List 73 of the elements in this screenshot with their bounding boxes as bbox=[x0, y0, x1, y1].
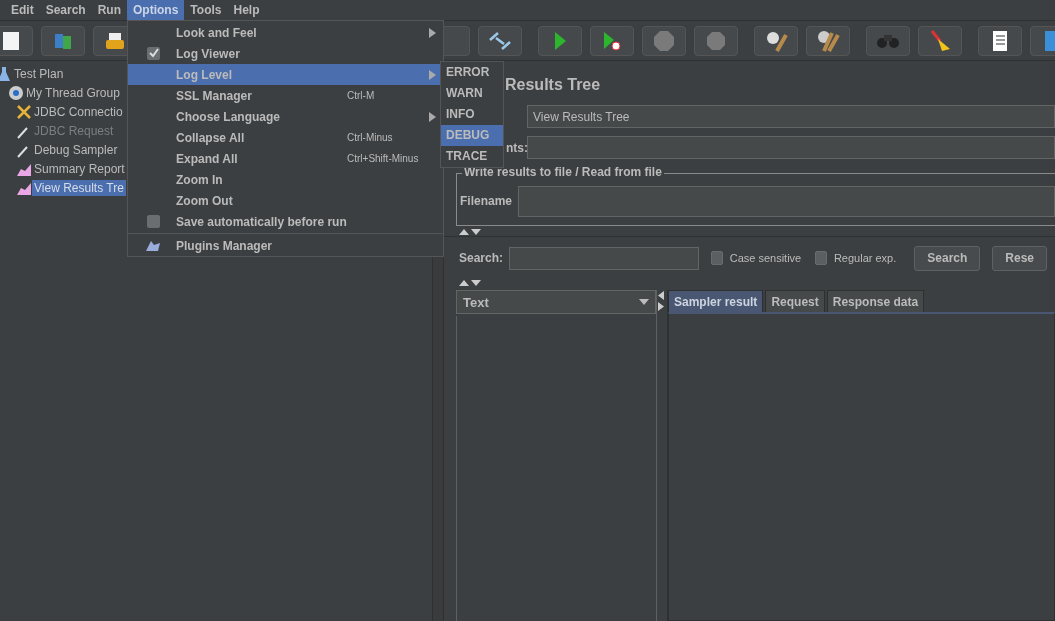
menu-item[interactable]: Save automatically before run bbox=[128, 211, 443, 232]
menu-item[interactable]: Expand All Ctrl+Shift-Minus bbox=[128, 148, 443, 169]
checkbox-label: Case sensitive bbox=[729, 252, 802, 264]
toolbar-button[interactable] bbox=[0, 25, 33, 56]
collapse-arrows-icon[interactable] bbox=[458, 279, 482, 287]
menu-item[interactable]: INFO bbox=[441, 104, 503, 125]
search-action-button[interactable]: Search bbox=[914, 245, 981, 271]
plugin-icon bbox=[145, 239, 161, 252]
panel-title: Results Tree bbox=[505, 76, 601, 95]
name-field[interactable]: View Results Tree bbox=[527, 105, 1055, 128]
flask-icon bbox=[0, 65, 12, 82]
tree-item[interactable]: Test Plan bbox=[12, 65, 66, 82]
menu-title[interactable]: Search bbox=[39, 0, 92, 20]
start-button[interactable] bbox=[538, 25, 582, 56]
document-icon bbox=[0, 29, 22, 52]
submenu-arrow-icon bbox=[429, 27, 436, 38]
submenu-arrow-icon bbox=[429, 69, 436, 80]
comments-label: nts: bbox=[505, 140, 527, 155]
search-field[interactable] bbox=[509, 246, 700, 270]
dropdown-caret-icon bbox=[639, 299, 649, 305]
menu-item[interactable]: WARN bbox=[441, 83, 503, 104]
menu-item[interactable]: Choose Language bbox=[128, 106, 443, 127]
menu-title[interactable]: Options bbox=[127, 0, 185, 20]
checkbox-icon bbox=[146, 47, 160, 60]
tree-item[interactable]: Debug Sampler bbox=[32, 141, 120, 158]
play-icon bbox=[552, 29, 568, 52]
menu-item[interactable]: Look and Feel bbox=[128, 22, 443, 43]
renderer-dropdown[interactable]: Text bbox=[456, 290, 656, 314]
comments-field[interactable] bbox=[527, 136, 1055, 159]
toolbar-button[interactable] bbox=[478, 25, 522, 56]
tree-item[interactable]: My Thread Group bbox=[24, 84, 122, 101]
filename-label: Filename bbox=[459, 194, 513, 208]
submenu-arrow-icon bbox=[429, 111, 436, 122]
clear-button[interactable] bbox=[754, 25, 798, 56]
menu-item[interactable]: ERROR bbox=[441, 62, 503, 83]
tab[interactable]: Response data bbox=[826, 290, 925, 312]
play-icon bbox=[602, 29, 622, 52]
checkbox[interactable] bbox=[711, 251, 723, 265]
tree-item[interactable]: JDBC Connectio bbox=[32, 103, 125, 120]
search-label: Search: bbox=[458, 251, 504, 265]
menu-item[interactable]: Zoom In bbox=[128, 169, 443, 190]
checkbox-label: Regular exp. bbox=[833, 252, 897, 264]
checkbox-icon bbox=[146, 215, 160, 228]
tab[interactable]: Sampler result bbox=[668, 290, 764, 312]
menu-title[interactable]: Help bbox=[227, 0, 266, 20]
function-helper-button[interactable] bbox=[978, 25, 1022, 56]
search-button[interactable] bbox=[866, 25, 910, 56]
shutdown-button[interactable] bbox=[694, 25, 738, 56]
menu-item[interactable]: SSL Manager Ctrl-M bbox=[128, 85, 443, 106]
menu-item[interactable]: Zoom Out bbox=[128, 190, 443, 211]
collapse-arrows-icon[interactable] bbox=[458, 228, 482, 236]
filename-field[interactable] bbox=[518, 185, 1055, 217]
list-icon bbox=[990, 29, 1010, 52]
menu-item[interactable]: Log Viewer bbox=[128, 43, 443, 64]
tree-item[interactable]: Summary Report bbox=[32, 160, 127, 177]
start-no-pause-button[interactable] bbox=[590, 25, 634, 56]
menu-item[interactable]: Collapse All Ctrl-Minus bbox=[128, 127, 443, 148]
menu-title[interactable]: Edit bbox=[5, 0, 40, 20]
tree-item[interactable]: View Results Tre bbox=[32, 179, 126, 196]
split-arrows-icon[interactable] bbox=[657, 290, 665, 312]
stop-icon bbox=[653, 29, 675, 52]
menu-title[interactable]: Tools bbox=[184, 0, 228, 20]
reset-search-button[interactable] bbox=[918, 25, 962, 56]
search-action-button[interactable]: Rese bbox=[992, 245, 1047, 271]
checkbox[interactable] bbox=[815, 251, 827, 265]
stop-icon bbox=[706, 30, 726, 51]
clear-all-button[interactable] bbox=[806, 25, 850, 56]
menu-item[interactable]: Plugins Manager bbox=[128, 235, 443, 256]
stop-button[interactable] bbox=[642, 25, 686, 56]
menu-item[interactable]: TRACE bbox=[441, 146, 503, 167]
tab[interactable]: Request bbox=[765, 290, 825, 312]
wand-icon bbox=[487, 29, 513, 52]
menu-title[interactable]: Run bbox=[91, 0, 128, 20]
